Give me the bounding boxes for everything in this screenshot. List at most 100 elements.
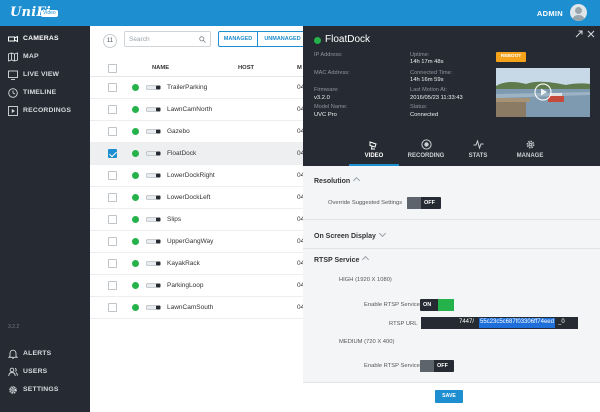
chevron-up-icon (362, 255, 370, 264)
table-row[interactable]: KayakRack 04 (90, 253, 304, 275)
camera-device-icon (146, 107, 161, 112)
filter-tabs: MANAGED UNMANAGED (218, 31, 308, 47)
tab-video-label: VIDEO (364, 153, 384, 159)
table-row[interactable]: TrailerParking 04 (90, 77, 304, 99)
rtsp-url-label: RTSP URL (389, 321, 418, 327)
row-checkbox[interactable] (108, 281, 117, 290)
camera-device-icon (146, 173, 161, 178)
row-checkbox[interactable] (108, 171, 117, 180)
enable-rtsp-high-toggle[interactable]: ON (420, 299, 454, 311)
table-row[interactable]: LawnCamNorth 04 (90, 99, 304, 121)
row-checkbox[interactable] (108, 127, 117, 136)
detail-header: FloatDock IP Address: MAC Address: Firmw… (303, 26, 600, 166)
save-button[interactable]: SAVE (435, 390, 463, 403)
table-row[interactable]: Gazebo 04 (90, 121, 304, 143)
sidebar-item-cameras[interactable]: CAMERAS (0, 30, 90, 48)
sidebar-item-alerts[interactable]: ALERTS (0, 345, 90, 363)
sidebar-item-recordings[interactable]: RECORDINGS (0, 102, 90, 120)
last-motion-label: Last Motion At: (410, 87, 448, 93)
sidebar-item-settings[interactable]: SETTINGS (0, 381, 90, 399)
row-checkbox[interactable] (108, 303, 117, 312)
camera-device-icon (146, 195, 161, 200)
camera-preview-thumbnail[interactable] (496, 68, 590, 117)
uptime-value: 14h 17m 48s (410, 59, 444, 65)
column-header-name[interactable]: NAME (152, 65, 169, 71)
sidebar-item-label: RECORDINGS (23, 107, 72, 114)
row-checkbox[interactable] (108, 149, 117, 158)
section-title: On Screen Display (314, 233, 376, 240)
tab-recording[interactable]: RECORDING (401, 138, 451, 166)
tab-unmanaged[interactable]: UNMANAGED (258, 32, 307, 46)
table-row[interactable]: FloatDock 04 (90, 143, 304, 165)
row-checkbox[interactable] (108, 105, 117, 114)
row-checkbox[interactable] (108, 215, 117, 224)
row-checkbox[interactable] (108, 259, 117, 268)
override-settings-toggle[interactable]: OFF (407, 197, 441, 209)
section-resolution[interactable]: Resolution (314, 176, 600, 185)
table-row[interactable]: LawnCamSouth 04 (90, 297, 304, 319)
row-checkbox[interactable] (108, 193, 117, 202)
gear-icon (9, 386, 17, 394)
tab-manage-label: MANAGE (516, 153, 544, 159)
row-checkbox[interactable] (108, 83, 117, 92)
sidebar-item-label: MAP (23, 53, 39, 60)
search-input[interactable]: Search (124, 31, 211, 47)
tab-managed[interactable]: MANAGED (219, 32, 258, 46)
camera-name: LawnCamSouth (167, 304, 214, 311)
tab-manage[interactable]: MANAGE (505, 138, 555, 166)
top-bar: UniFi Video ADMIN (0, 0, 600, 26)
sidebar-item-map[interactable]: MAP (0, 48, 90, 66)
version-label: 3.2.2 (8, 324, 20, 330)
table-row[interactable]: ParkingLoop 04 (90, 275, 304, 297)
table-header: NAME HOST M (90, 61, 303, 77)
camera-name: TrailerParking (167, 84, 208, 91)
rtsp-url-selected-text: 55c23c5c687f03306ff74eed (479, 318, 555, 328)
section-on-screen-display[interactable]: On Screen Display (314, 229, 600, 240)
mac-label: MAC Address: (314, 70, 350, 76)
row-checkbox[interactable] (108, 237, 117, 246)
table-row[interactable]: Slips 04 (90, 209, 304, 231)
firmware-value: v3.2.0 (314, 95, 330, 101)
table-row[interactable]: LowerDockRight 04 (90, 165, 304, 187)
column-header-mac[interactable]: M (297, 65, 302, 71)
status-value: Connected (410, 112, 439, 118)
table-row[interactable]: UpperGangWay 04 (90, 231, 304, 253)
status-dot (314, 37, 321, 44)
enable-rtsp-medium-toggle[interactable]: OFF (420, 360, 454, 372)
camera-detail-panel: FloatDock IP Address: MAC Address: Firmw… (303, 26, 600, 412)
camera-name: Slips (167, 216, 182, 223)
tab-video[interactable]: VIDEO (349, 138, 399, 166)
table-row[interactable]: LowerDockLeft 04 (90, 187, 304, 209)
sidebar-item-users[interactable]: USERS (0, 363, 90, 381)
tab-stats[interactable]: STATS (453, 138, 503, 166)
camera-device-icon (146, 283, 161, 288)
reboot-button[interactable]: REBOOT (496, 52, 526, 62)
camera-device-icon (146, 261, 161, 266)
chevron-up-icon (353, 176, 361, 185)
close-icon[interactable] (587, 30, 595, 38)
divider (303, 219, 600, 220)
sidebar: CAMERAS MAP LIVE VIEW TIMELINE RECORDING… (0, 26, 90, 412)
firmware-label: Firmware: (314, 87, 339, 93)
status-dot (132, 106, 139, 113)
avatar[interactable] (570, 4, 587, 21)
live-view-icon (8, 70, 18, 80)
status-dot (132, 282, 139, 289)
user-name[interactable]: ADMIN (537, 9, 563, 18)
sidebar-item-live-view[interactable]: LIVE VIEW (0, 66, 90, 84)
sidebar-item-label: LIVE VIEW (23, 71, 60, 78)
popout-icon[interactable] (575, 30, 583, 38)
save-bar: SAVE (303, 382, 600, 412)
camera-list-pane: 11 Search MANAGED UNMANAGED NAME HOST M … (90, 26, 308, 412)
camera-name: Gazebo (167, 128, 190, 135)
sidebar-item-timeline[interactable]: TIMELINE (0, 84, 90, 102)
enable-rtsp-medium-label: Enable RTSP Service (364, 363, 420, 369)
enable-rtsp-label: Enable RTSP Service (364, 302, 420, 308)
section-rtsp-service[interactable]: RTSP Service (314, 255, 600, 264)
connected-time-label: Connected Time: (410, 70, 453, 76)
camera-name: LawnCamNorth (167, 106, 213, 113)
select-all-checkbox[interactable] (108, 64, 117, 73)
column-header-host[interactable]: HOST (238, 65, 254, 71)
rtsp-url-field[interactable]: 7447/ 55c23c5c687f03306ff74eed _0 (421, 317, 578, 329)
status-dot (132, 216, 139, 223)
